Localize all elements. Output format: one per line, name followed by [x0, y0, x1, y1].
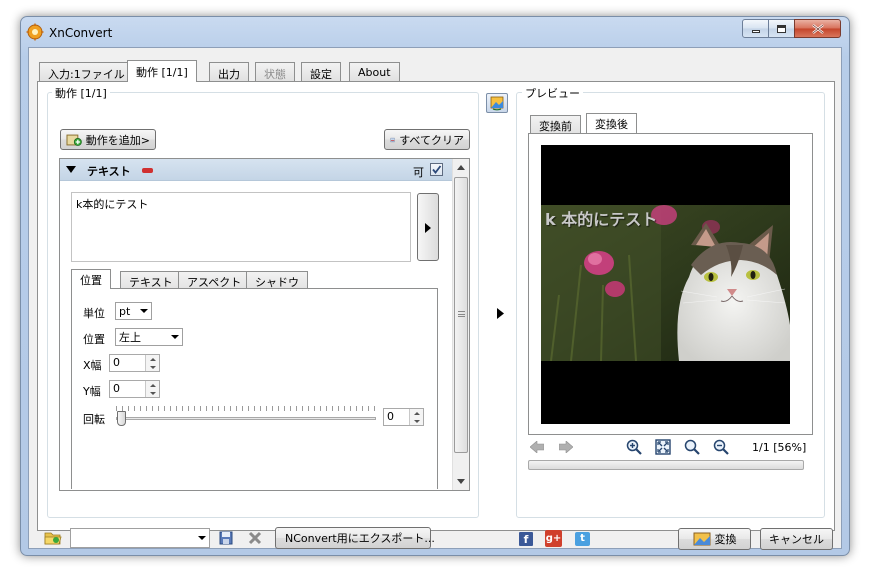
preview-tab-before[interactable]: 変換前 — [530, 115, 581, 133]
subtab-position[interactable]: 位置 — [71, 269, 111, 289]
x-input[interactable]: 0 — [109, 354, 160, 372]
refresh-preview-button[interactable] — [486, 93, 508, 113]
clear-all-button[interactable]: すべてクリア — [384, 129, 470, 150]
zoom-in-icon[interactable] — [626, 439, 642, 455]
previous-arrow-icon[interactable] — [530, 441, 544, 453]
text-input[interactable]: k本的にテスト — [71, 192, 411, 262]
tab-actions[interactable]: 動作 [1/1] — [127, 60, 197, 82]
chevron-down-icon — [198, 536, 206, 540]
rotation-input[interactable]: 0 — [383, 408, 424, 426]
convert-button[interactable]: 変換 — [678, 528, 751, 550]
export-nconvert-label: NConvert用にエクスポート... — [285, 532, 435, 545]
xnconvert-logo-icon — [26, 23, 44, 41]
title-bar[interactable]: XnConvert — [21, 17, 849, 49]
unit-colon: : — [98, 305, 102, 318]
position-select-value: 左上 — [119, 331, 141, 344]
tab-status[interactable]: 状態 — [255, 62, 295, 81]
position-select[interactable]: 左上 — [115, 328, 183, 346]
subtab-shadow[interactable]: シャドウ — [246, 271, 308, 289]
clear-all-icon — [390, 137, 395, 142]
enabled-checkbox[interactable] — [430, 163, 443, 176]
close-button[interactable] — [794, 19, 841, 38]
preview-image-icon — [490, 96, 504, 111]
clear-all-label: すべてクリア — [399, 133, 464, 147]
chevron-down-icon — [140, 309, 148, 313]
preview-group-label: プレビュー — [522, 85, 583, 101]
scroll-thumb[interactable] — [454, 177, 468, 453]
tab-about[interactable]: About — [349, 62, 400, 81]
zoom-out-icon[interactable] — [713, 439, 729, 455]
add-action-icon — [66, 134, 82, 146]
minimize-icon — [743, 20, 768, 37]
rotation-spinner[interactable] — [409, 409, 423, 425]
actions-tab-panel: 動作 [1/1] 動作を追加> すべてクリア テキスト 可 k本的にテスト 位置… — [37, 81, 835, 531]
delete-preset-icon[interactable] — [248, 531, 262, 545]
maximize-icon — [769, 20, 794, 37]
action-header[interactable]: テキスト 可 — [60, 159, 452, 181]
y-input[interactable]: 0 — [109, 380, 160, 398]
cancel-label: キャンセル — [769, 533, 824, 546]
next-arrow-icon[interactable] — [559, 441, 573, 453]
actions-group-label: 動作 [1/1] — [52, 85, 110, 101]
tab-settings[interactable]: 設定 — [301, 62, 341, 81]
window-title: XnConvert — [49, 26, 113, 40]
fit-to-window-icon[interactable] — [655, 439, 671, 455]
preview-hscrollbar[interactable] — [528, 460, 804, 470]
enabled-label: 可 — [413, 166, 424, 179]
preview-canvas[interactable]: k 本的にテスト — [541, 145, 790, 424]
maximize-button[interactable] — [768, 19, 795, 38]
rotation-slider[interactable] — [116, 406, 376, 428]
collapse-triangle-icon[interactable] — [66, 166, 76, 174]
checkmark-icon — [432, 165, 442, 174]
position-subpanel: 単位 : pt 位置 左上 X幅 0 Y幅 0 回転 0 — [71, 288, 438, 489]
zoom-actual-icon[interactable] — [684, 439, 700, 455]
preview-overlay-text: k 本的にテスト — [545, 210, 658, 229]
y-label: Y幅 — [83, 385, 101, 398]
close-icon — [795, 20, 840, 37]
y-spinner[interactable] — [145, 381, 159, 397]
rotation-label: 回転 — [83, 413, 105, 426]
twitter-icon[interactable]: t — [575, 532, 590, 546]
save-preset-icon[interactable] — [219, 531, 233, 545]
expand-arrow-icon[interactable] — [497, 308, 504, 319]
tab-input[interactable]: 入力:1ファイル — [39, 62, 134, 81]
cancel-button[interactable]: キャンセル — [760, 528, 833, 550]
client-area: 入力:1ファイル 動作 [1/1] 出力 状態 設定 About 動作 [1/1… — [28, 47, 842, 550]
x-label: X幅 — [83, 359, 102, 372]
app-window: XnConvert 入力:1ファイル 動作 [1/1] 出力 状態 設定 Abo… — [20, 16, 850, 556]
slider-thumb[interactable] — [117, 411, 126, 426]
action-title: テキスト — [87, 165, 131, 178]
unit-select-value: pt — [119, 304, 131, 318]
text-options-button[interactable] — [417, 193, 439, 261]
subtab-text[interactable]: テキスト — [120, 271, 182, 289]
position-label: 位置 — [83, 333, 105, 346]
scroll-down-icon[interactable] — [457, 479, 465, 484]
x-spinner[interactable] — [145, 355, 159, 371]
open-folder-icon[interactable] — [44, 530, 62, 546]
remove-action-icon[interactable] — [142, 168, 153, 173]
x-value: 0 — [113, 356, 120, 369]
tab-output[interactable]: 出力 — [209, 62, 249, 81]
preview-frame: k 本的にテスト — [528, 133, 813, 435]
export-nconvert-button[interactable]: NConvert用にエクスポート... — [275, 527, 435, 549]
convert-label: 変換 — [714, 533, 737, 546]
facebook-icon[interactable]: f — [519, 532, 533, 546]
add-action-button[interactable]: 動作を追加> — [60, 129, 156, 150]
add-action-label: 動作を追加> — [85, 133, 150, 147]
y-value: 0 — [113, 382, 120, 395]
preview-tab-after[interactable]: 変換後 — [586, 113, 637, 133]
minimize-button[interactable] — [742, 19, 769, 38]
scroll-up-icon[interactable] — [457, 165, 465, 170]
rotation-value: 0 — [387, 410, 394, 423]
unit-select[interactable]: pt — [115, 302, 152, 320]
subtab-aspect[interactable]: アスペクト — [178, 271, 251, 289]
preset-select[interactable] — [70, 528, 210, 548]
convert-icon — [693, 532, 710, 546]
chevron-down-icon — [171, 335, 179, 339]
google-plus-icon[interactable]: g+ — [545, 530, 562, 547]
play-arrow-icon — [425, 223, 431, 233]
action-list: テキスト 可 k本的にテスト 位置 テキスト アスペクト シャドウ 単位: p… — [59, 158, 470, 491]
zoom-status: 1/1 [56%] — [752, 441, 807, 454]
action-list-scrollbar[interactable] — [452, 159, 469, 490]
